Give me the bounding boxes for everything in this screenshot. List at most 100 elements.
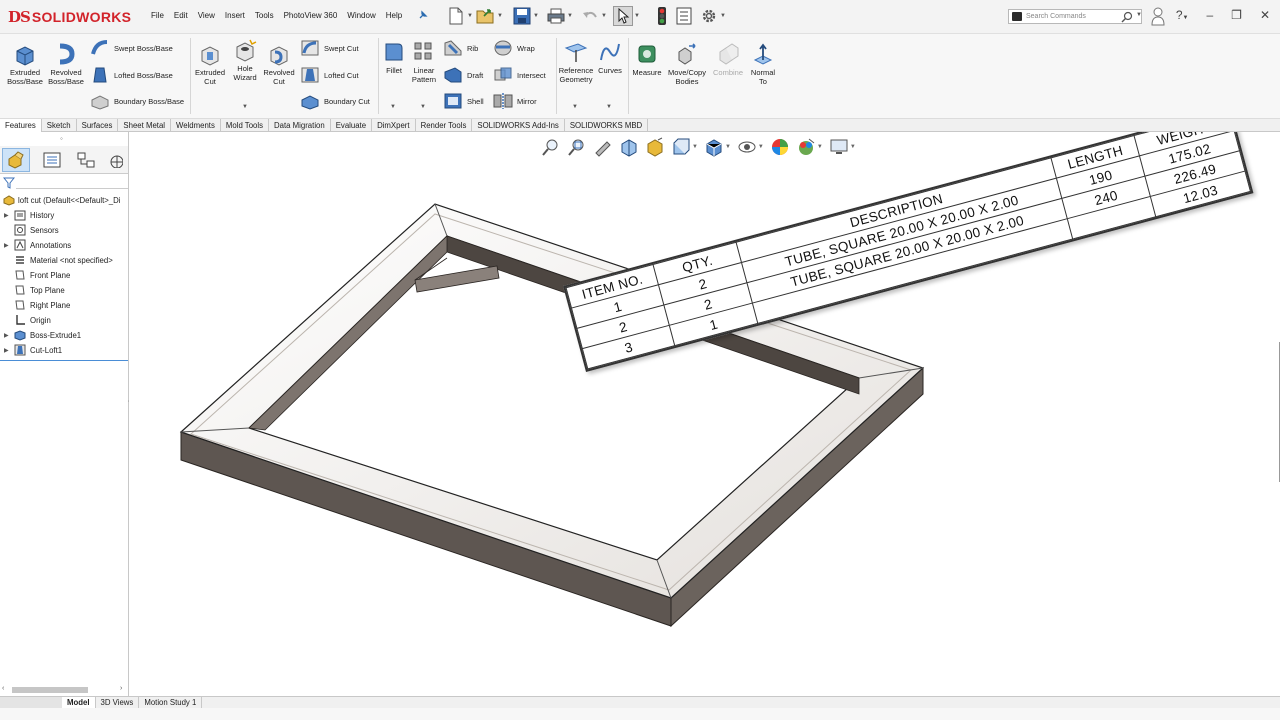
chevron-down-icon[interactable]: ▼ (390, 104, 396, 110)
feature-tree-tab[interactable] (2, 148, 30, 172)
print-button[interactable]: ▼ (546, 5, 573, 27)
chevron-down-icon[interactable]: ▼ (606, 104, 612, 110)
chevron-down-icon[interactable]: ▼ (533, 13, 539, 19)
chevron-down-icon[interactable]: ▼ (420, 104, 426, 110)
chevron-down-icon[interactable]: ▼ (242, 104, 248, 110)
menu-edit[interactable]: Edit (169, 11, 193, 20)
reference-geometry-button[interactable]: Reference Geometry (557, 40, 595, 84)
help-icon[interactable]: ?▼ (1176, 8, 1189, 22)
menu-insert[interactable]: Insert (220, 11, 250, 20)
tab-sketch[interactable]: Sketch (42, 119, 77, 132)
tree-item-boss-extrude1[interactable]: ▶ Boss-Extrude1 (4, 329, 81, 341)
minimize-icon[interactable]: – (1206, 8, 1213, 22)
scroll-left-icon[interactable]: ‹ (2, 685, 4, 692)
shell-button[interactable]: Shell (443, 92, 484, 110)
tree-item-history[interactable]: ▶ History (4, 209, 54, 221)
expand-arrow-icon[interactable]: ▶ (4, 242, 14, 249)
panel-grip-icon[interactable]: ◦ (60, 134, 63, 143)
tab-addins[interactable]: SOLIDWORKS Add-Ins (472, 119, 565, 132)
save-button[interactable]: ▼ (512, 5, 539, 27)
tree-item-top-plane[interactable]: Top Plane (4, 284, 65, 296)
intersect-button[interactable]: Intersect (493, 66, 546, 84)
tab-surfaces[interactable]: Surfaces (77, 119, 119, 132)
menu-view[interactable]: View (193, 11, 220, 20)
chevron-down-icon[interactable]: ▼ (567, 13, 573, 19)
tree-item-annotations[interactable]: ▶ Annotations (4, 239, 71, 251)
dimxpert-manager-tab[interactable] (104, 148, 126, 172)
rollback-bar[interactable] (0, 360, 128, 361)
solidworks-logo[interactable]: DS SOLIDWORKS (8, 6, 131, 28)
move-copy-bodies-button[interactable]: Move/Copy Bodies (666, 42, 708, 86)
revolved-boss-button[interactable]: Revolved Boss/Base (47, 42, 85, 86)
chevron-down-icon[interactable]: ▼ (601, 13, 607, 19)
tab-data-migration[interactable]: Data Migration (269, 119, 331, 132)
boundary-cut-button[interactable]: Boundary Cut (300, 92, 370, 110)
tree-item-material[interactable]: Material <not specified> (4, 254, 113, 266)
search-icon[interactable] (1121, 11, 1133, 25)
tab-motion-study[interactable]: Motion Study 1 (139, 697, 203, 708)
user-account-icon[interactable] (1151, 6, 1165, 28)
lofted-boss-button[interactable]: Lofted Boss/Base (90, 66, 173, 84)
tree-root-part[interactable]: loft cut (Default<<Default>_Di (3, 194, 121, 206)
menu-window[interactable]: Window (342, 11, 380, 20)
tree-item-cut-loft1[interactable]: ▶ Cut-Loft1 (4, 344, 62, 356)
tree-item-front-plane[interactable]: Front Plane (4, 269, 70, 281)
chevron-down-icon[interactable]: ▼ (572, 104, 578, 110)
measure-button[interactable]: Measure (630, 42, 664, 78)
expand-arrow-icon[interactable]: ▶ (4, 347, 14, 354)
tab-dimxpert[interactable]: DimXpert (372, 119, 416, 132)
configuration-manager-tab[interactable] (72, 148, 100, 172)
scrollbar-thumb[interactable] (12, 687, 88, 693)
tab-mbd[interactable]: SOLIDWORKS MBD (565, 119, 649, 132)
tree-item-right-plane[interactable]: Right Plane (4, 299, 70, 311)
tab-mold-tools[interactable]: Mold Tools (221, 119, 270, 132)
filter-input[interactable] (16, 188, 128, 189)
mirror-button[interactable]: Mirror (493, 92, 537, 110)
restore-icon[interactable]: ❐ (1231, 8, 1242, 22)
search-dropdown-icon[interactable]: ▼ (1136, 12, 1142, 18)
swept-boss-button[interactable]: Swept Boss/Base (90, 39, 173, 57)
expand-arrow-icon[interactable]: ▶ (4, 332, 14, 339)
filter-icon[interactable] (2, 177, 16, 191)
combine-button[interactable]: Combine (710, 42, 746, 78)
expand-arrow-icon[interactable]: ▶ (4, 212, 14, 219)
close-icon[interactable]: ✕ (1260, 8, 1270, 22)
tab-navigation-buttons[interactable] (0, 697, 62, 708)
tab-sheet-metal[interactable]: Sheet Metal (118, 119, 172, 132)
swept-cut-button[interactable]: Swept Cut (300, 39, 359, 57)
extruded-cut-button[interactable]: Extruded Cut (192, 42, 228, 86)
tab-model[interactable]: Model (62, 697, 96, 708)
extruded-boss-button[interactable]: Extruded Boss/Base (6, 42, 44, 86)
tab-render-tools[interactable]: Render Tools (416, 119, 473, 132)
curves-button[interactable]: Curves (597, 40, 623, 76)
menu-file[interactable]: File (146, 11, 169, 20)
pin-icon[interactable] (418, 10, 428, 23)
options-button[interactable]: ▼ (699, 5, 726, 27)
search-commands-input[interactable]: Search Commands (1008, 9, 1142, 24)
scroll-right-icon[interactable]: › (120, 685, 122, 692)
chevron-down-icon[interactable]: ▼ (497, 13, 503, 19)
graphics-area[interactable]: ▼ ▼ ▼ ▼ ▼ ITEM NO. QTY. DESCRIPTION LENG… (129, 132, 1280, 696)
file-properties-button[interactable] (674, 5, 694, 27)
menu-help[interactable]: Help (381, 11, 407, 20)
boundary-boss-button[interactable]: Boundary Boss/Base (90, 92, 184, 110)
menu-photoview[interactable]: PhotoView 360 (279, 11, 343, 20)
rebuild-button[interactable] (652, 5, 672, 27)
select-button[interactable]: ▼ (613, 5, 640, 27)
lofted-cut-button[interactable]: Lofted Cut (300, 66, 359, 84)
rib-button[interactable]: Rib (443, 39, 478, 57)
new-document-button[interactable]: ▼ (446, 5, 473, 27)
open-button[interactable]: ▼ (476, 5, 503, 27)
tab-weldments[interactable]: Weldments (171, 119, 221, 132)
menu-tools[interactable]: Tools (250, 11, 279, 20)
tab-evaluate[interactable]: Evaluate (331, 119, 373, 132)
fillet-button[interactable]: Fillet (382, 40, 406, 76)
chevron-down-icon[interactable]: ▼ (634, 13, 640, 19)
tab-features[interactable]: Features (0, 119, 42, 132)
normal-to-button[interactable]: Normal To (746, 42, 780, 86)
property-manager-tab[interactable] (38, 148, 66, 172)
revolved-cut-button[interactable]: Revolved Cut (262, 42, 296, 86)
draft-button[interactable]: Draft (443, 66, 483, 84)
hole-wizard-button[interactable]: Hole Wizard (229, 38, 261, 82)
horizontal-scrollbar[interactable]: ‹ › (0, 685, 128, 695)
